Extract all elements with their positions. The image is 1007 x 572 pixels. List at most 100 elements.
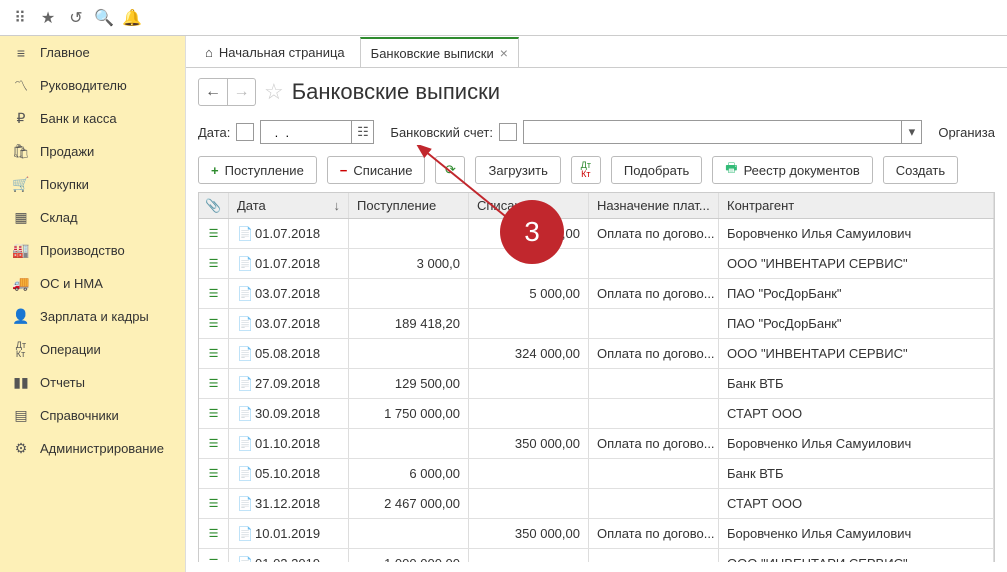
cell-purpose: Оплата по догово...	[589, 429, 719, 458]
table-row[interactable]: ☰📄01.10.2018350 000,00Оплата по догово..…	[199, 429, 994, 459]
account-field[interactable]: ▾	[523, 120, 922, 144]
system-toolbar: ⠿ ★ ↺ 🔍 🔔	[0, 0, 1007, 36]
search-icon[interactable]: 🔍	[90, 4, 118, 32]
cell-receipt: 2 467 000,00	[349, 489, 469, 518]
cell-receipt: 1 000 000,00	[349, 549, 469, 562]
sidebar-item-assets[interactable]: 🚚ОС и НМА	[0, 267, 185, 300]
sidebar-item-production[interactable]: 🏭Производство	[0, 234, 185, 267]
col-date[interactable]: Дата↓	[229, 193, 349, 218]
date-checkbox[interactable]	[236, 123, 254, 141]
sidebar-item-stock[interactable]: ▦Склад	[0, 201, 185, 234]
bag-icon: 🛍	[12, 143, 30, 160]
cell-receipt	[349, 519, 469, 548]
cell-partner: Боровченко Илья Самуилович	[719, 219, 994, 248]
main-area: ⌂ Начальная страница Банковские выписки …	[186, 36, 1007, 572]
table-row[interactable]: ☰📄03.07.2018189 418,20ПАО "РосДорБанк"	[199, 309, 994, 339]
print-icon: 🖶	[725, 159, 737, 181]
cell-writeoff	[469, 549, 589, 562]
cell-partner: Боровченко Илья Самуилович	[719, 519, 994, 548]
table-row[interactable]: ☰📄01.02.20191 000 000,00ООО "ИНВЕНТАРИ С…	[199, 549, 994, 562]
cell-icon: ☰	[199, 399, 229, 428]
cell-date: 📄05.10.2018	[229, 459, 349, 488]
back-button[interactable]: ←	[199, 79, 227, 105]
table-row[interactable]: ☰📄01.07.20183 000,0ООО "ИНВЕНТАРИ СЕРВИС…	[199, 249, 994, 279]
load-button[interactable]: Загрузить	[475, 156, 560, 184]
favorite-star-icon[interactable]: ☆	[264, 79, 284, 105]
col-receipt[interactable]: Поступление	[349, 193, 469, 218]
sidebar-item-purchase[interactable]: 🛒Покупки	[0, 168, 185, 201]
table-row[interactable]: ☰📄27.09.2018129 500,00Банк ВТБ	[199, 369, 994, 399]
sidebar-item-main[interactable]: ≡Главное	[0, 36, 185, 69]
cell-date: 📄03.07.2018	[229, 279, 349, 308]
table-row[interactable]: ☰📄10.01.2019350 000,00Оплата по догово..…	[199, 519, 994, 549]
cell-icon: ☰	[199, 459, 229, 488]
history-icon[interactable]: ↺	[62, 4, 90, 32]
apps-icon[interactable]: ⠿	[6, 4, 34, 32]
sidebar-item-hr[interactable]: 👤Зарплата и кадры	[0, 300, 185, 333]
cell-date: 📄01.10.2018	[229, 429, 349, 458]
col-attachment[interactable]: 📎	[199, 193, 229, 218]
cell-purpose	[589, 399, 719, 428]
receipt-button[interactable]: +Поступление	[198, 156, 317, 184]
close-icon[interactable]: ×	[500, 45, 508, 61]
cell-icon: ☰	[199, 279, 229, 308]
tab-home[interactable]: ⌂ Начальная страница	[194, 37, 356, 67]
cell-partner: ООО "ИНВЕНТАРИ СЕРВИС"	[719, 339, 994, 368]
boxes-icon: ▦	[12, 209, 30, 226]
truck-icon: 🚚	[12, 275, 30, 292]
registry-button[interactable]: 🖶Реестр документов	[712, 156, 872, 184]
dropdown-icon[interactable]: ▾	[901, 121, 921, 143]
gear-icon: ⚙	[12, 440, 30, 457]
button-label: Подобрать	[624, 163, 689, 178]
table-row[interactable]: ☰📄01.07.2018000,00Оплата по догово...Бор…	[199, 219, 994, 249]
sidebar-item-ops[interactable]: ДтКтОперации	[0, 333, 185, 366]
button-label: Поступление	[225, 163, 304, 178]
cell-writeoff: 324 000,00	[469, 339, 589, 368]
table-row[interactable]: ☰📄05.10.20186 000,00Банк ВТБ	[199, 459, 994, 489]
cell-receipt: 189 418,20	[349, 309, 469, 338]
statements-table: 📎 Дата↓ Поступление Списание Назначение …	[198, 192, 995, 562]
dtkt-button[interactable]: ДтКт	[571, 156, 601, 184]
sidebar-item-sales[interactable]: 🛍Продажи	[0, 135, 185, 168]
account-input[interactable]	[524, 121, 901, 143]
cell-writeoff: 000,00	[469, 219, 589, 248]
star-icon[interactable]: ★	[34, 4, 62, 32]
cell-writeoff	[469, 249, 589, 278]
paperclip-icon: 📎	[205, 198, 221, 214]
button-label: Списание	[353, 163, 412, 178]
sidebar-item-refs[interactable]: ▤Справочники	[0, 399, 185, 432]
table-row[interactable]: ☰📄30.09.20181 750 000,00СТАРТ ООО	[199, 399, 994, 429]
date-field[interactable]: ☷	[260, 120, 374, 144]
tab-label: Банковские выписки	[371, 46, 494, 61]
cell-icon: ☰	[199, 489, 229, 518]
refresh-button[interactable]: ⟳	[435, 156, 465, 184]
writeoff-button[interactable]: −Списание	[327, 156, 426, 184]
table-row[interactable]: ☰📄03.07.20185 000,00Оплата по догово...П…	[199, 279, 994, 309]
button-label: Создать	[896, 163, 945, 178]
col-writeoff[interactable]: Списание	[469, 193, 589, 218]
sidebar-item-admin[interactable]: ⚙ Администрирование	[0, 432, 185, 465]
sidebar-item-manager[interactable]: 〽Руководителю	[0, 69, 185, 102]
date-input[interactable]	[261, 121, 351, 143]
minus-icon: −	[340, 163, 348, 178]
table-header: 📎 Дата↓ Поступление Списание Назначение …	[199, 193, 994, 219]
table-row[interactable]: ☰📄31.12.20182 467 000,00СТАРТ ООО	[199, 489, 994, 519]
tab-bank-statements[interactable]: Банковские выписки ×	[360, 37, 519, 67]
sidebar-item-label: Администрирование	[40, 441, 164, 456]
pick-button[interactable]: Подобрать	[611, 156, 702, 184]
table-row[interactable]: ☰📄05.08.2018324 000,00Оплата по догово..…	[199, 339, 994, 369]
sidebar-item-reports[interactable]: ▮▮Отчеты	[0, 366, 185, 399]
cell-purpose	[589, 549, 719, 562]
create-button[interactable]: Создать	[883, 156, 958, 184]
bell-icon[interactable]: 🔔	[118, 4, 146, 32]
sidebar-item-bank[interactable]: ₽Банк и касса	[0, 102, 185, 135]
col-partner[interactable]: Контрагент	[719, 193, 994, 218]
sidebar-item-label: Банк и касса	[40, 111, 117, 126]
cell-date: 📄01.07.2018	[229, 219, 349, 248]
calendar-icon[interactable]: ☷	[351, 121, 373, 143]
col-purpose[interactable]: Назначение плат...	[589, 193, 719, 218]
menu-icon: ≡	[12, 45, 30, 61]
bars-icon: ▮▮	[12, 374, 30, 391]
forward-button[interactable]: →	[227, 79, 255, 105]
account-checkbox[interactable]	[499, 123, 517, 141]
